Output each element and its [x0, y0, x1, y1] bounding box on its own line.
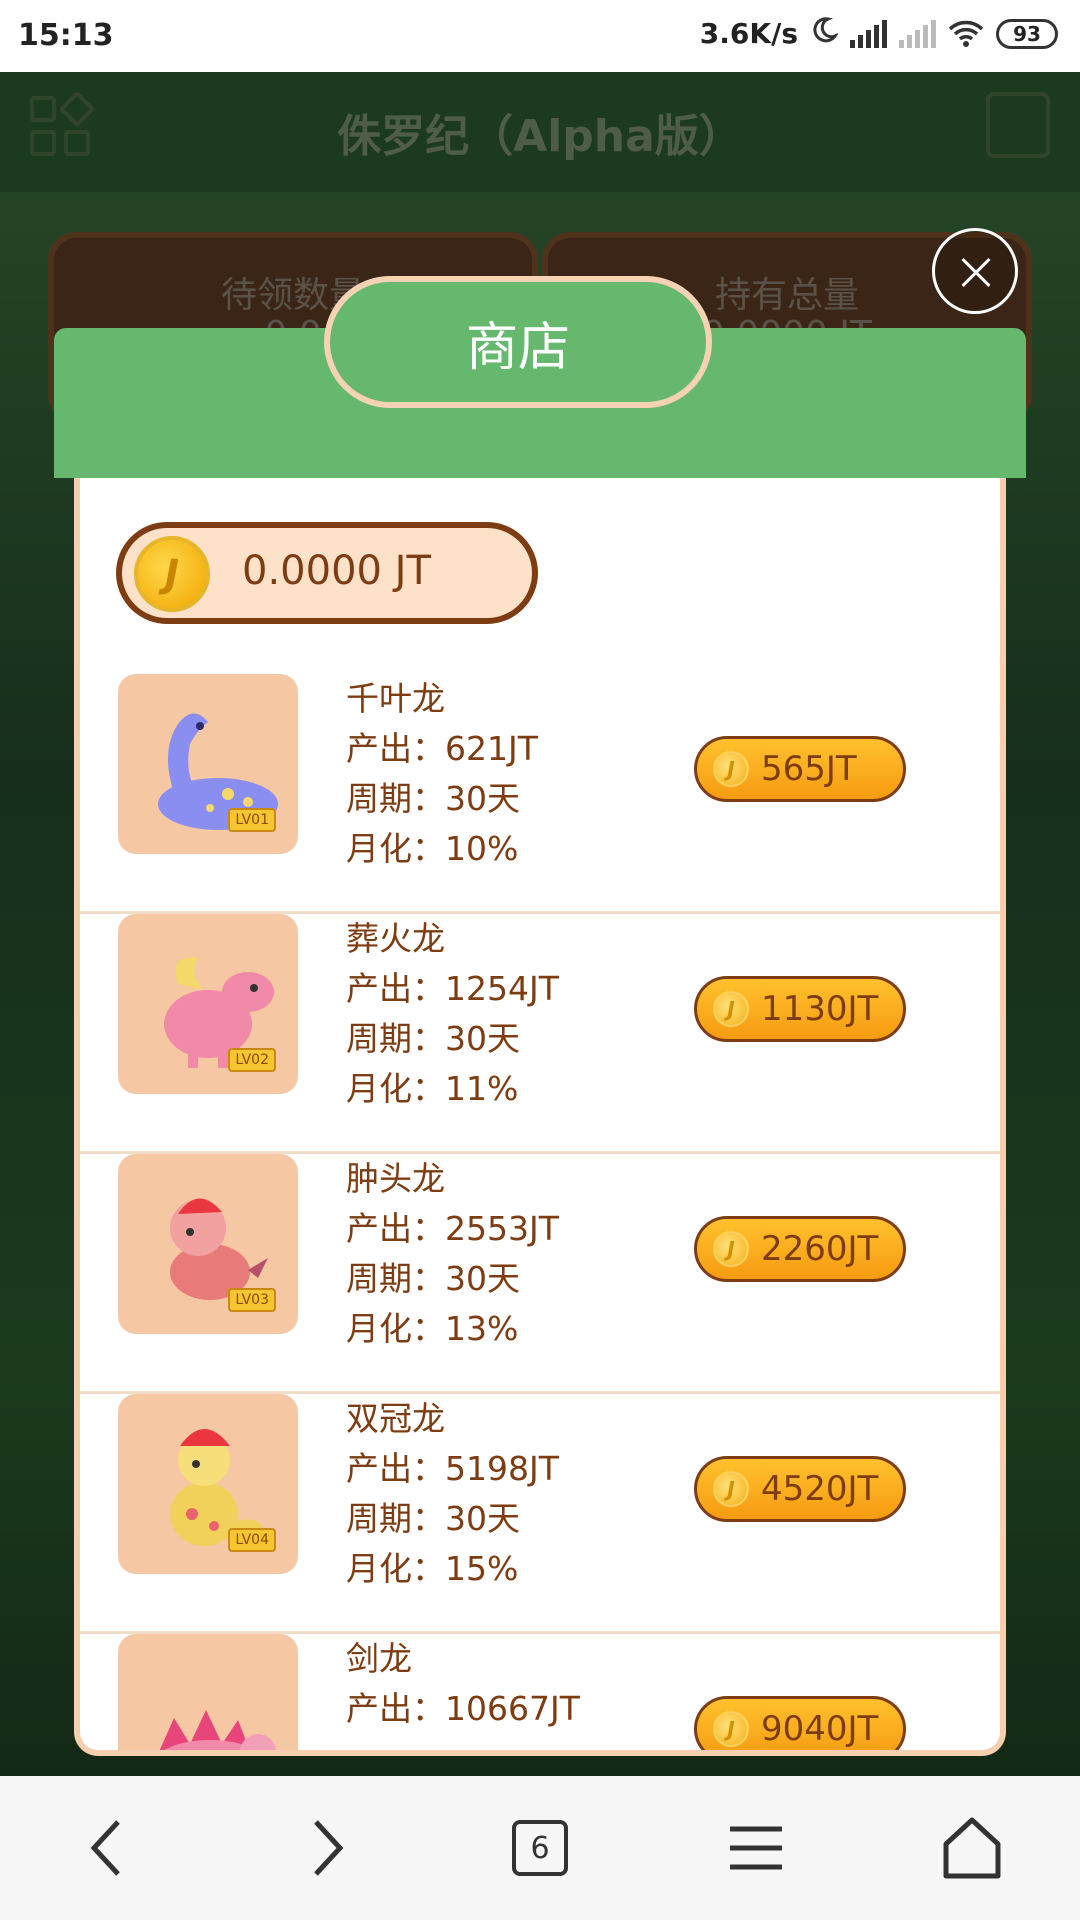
shop-item: 剑龙 产出：10667JT J 9040JT [80, 1634, 1000, 1750]
network-speed: 3.6K/s [699, 17, 798, 50]
item-info: 葬火龙 产出：1254JT 周期：30天 月化：11% [346, 914, 559, 1114]
item-monthly: 月化：10% [346, 829, 519, 868]
menu-button[interactable] [714, 1806, 798, 1890]
item-info: 千叶龙 产出：621JT 周期：30天 月化：10% [346, 674, 538, 874]
signal-off-icon [899, 19, 936, 48]
item-name: 肿头龙 [346, 1159, 445, 1198]
dino-image [118, 1634, 298, 1750]
price-label: 565JT [761, 749, 857, 789]
item-name: 双冠龙 [346, 1399, 445, 1438]
price-label: 2260JT [761, 1229, 879, 1269]
item-info: 双冠龙 产出：5198JT 周期：30天 月化：15% [346, 1394, 559, 1594]
item-period: 周期：30天 [346, 1259, 520, 1298]
price-label: 1130JT [761, 989, 879, 1029]
signal-icon [850, 19, 887, 48]
item-name: 千叶龙 [346, 679, 445, 718]
item-info: 剑龙 产出：10667JT [346, 1634, 580, 1734]
coin-icon: J [134, 536, 210, 612]
wifi-icon [948, 20, 984, 48]
level-badge: LV02 [228, 1048, 276, 1072]
shop-item: LV02 葬火龙 产出：1254JT 周期：30天 月化：11% J 1130J… [80, 914, 1000, 1154]
item-list: LV01 千叶龙 产出：621JT 周期：30天 月化：10% J 565JT [80, 674, 1000, 1750]
item-output: 产出：5198JT [346, 1449, 559, 1488]
dino-image: LV04 [118, 1394, 298, 1574]
item-info: 肿头龙 产出：2553JT 周期：30天 月化：13% [346, 1154, 559, 1354]
shop-title: 商店 [324, 276, 712, 408]
balance-pill: J 0.0000 JT [116, 522, 538, 624]
item-monthly: 月化：13% [346, 1309, 519, 1348]
balance-value: 0.0000 JT [242, 548, 431, 594]
level-badge: LV01 [228, 808, 276, 832]
item-monthly: 月化：11% [346, 1069, 519, 1108]
dino-image: LV03 [118, 1154, 298, 1334]
buy-button[interactable]: J 9040JT [694, 1696, 906, 1750]
status-time: 15:13 [18, 18, 114, 53]
shop-item: LV01 千叶龙 产出：621JT 周期：30天 月化：10% J 565JT [80, 674, 1000, 914]
forward-button[interactable] [286, 1806, 370, 1890]
coin-icon: J [713, 751, 749, 787]
back-button[interactable] [64, 1806, 148, 1890]
chevron-right-icon [314, 1820, 344, 1876]
battery-icon: 93 [996, 18, 1058, 49]
item-name: 葬火龙 [346, 919, 445, 958]
tabs-count: 6 [512, 1820, 568, 1876]
dino-5-icon [159, 1710, 276, 1750]
item-monthly: 月化：15% [346, 1549, 519, 1588]
shop-panel: J 0.0000 JT LV01 千叶龙 产出：621JT 周期：30天 月化：… [74, 478, 1006, 1756]
home-icon [943, 1817, 1001, 1879]
moon-icon [810, 16, 840, 51]
price-label: 4520JT [761, 1469, 879, 1509]
dino-image: LV01 [118, 674, 298, 854]
close-button[interactable] [932, 228, 1018, 314]
item-period: 周期：30天 [346, 1499, 520, 1538]
level-badge: LV04 [228, 1528, 276, 1552]
buy-button[interactable]: J 2260JT [694, 1216, 906, 1282]
price-label: 9040JT [761, 1709, 879, 1749]
coin-icon: J [713, 1231, 749, 1267]
level-badge: LV03 [228, 1288, 276, 1312]
item-output: 产出：2553JT [346, 1209, 559, 1248]
status-right: 3.6K/s 93 [700, 16, 1058, 51]
hamburger-icon [730, 1826, 782, 1870]
buy-button[interactable]: J 4520JT [694, 1456, 906, 1522]
item-output: 产出：10667JT [346, 1689, 580, 1728]
chevron-left-icon [90, 1820, 120, 1876]
coin-icon: J [713, 1471, 749, 1507]
coin-icon: J [713, 991, 749, 1027]
dino-image: LV02 [118, 914, 298, 1094]
item-output: 产出：1254JT [346, 969, 559, 1008]
item-name: 剑龙 [346, 1639, 412, 1678]
tabs-button[interactable]: 6 [498, 1806, 582, 1890]
coin-icon: J [713, 1711, 749, 1747]
home-button[interactable] [930, 1806, 1014, 1890]
item-period: 周期：30天 [346, 779, 520, 818]
browser-nav-bar: 6 [0, 1776, 1080, 1920]
item-period: 周期：30天 [346, 1019, 520, 1058]
shop-item: LV04 双冠龙 产出：5198JT 周期：30天 月化：15% J 4520J… [80, 1394, 1000, 1634]
buy-button[interactable]: J 1130JT [694, 976, 906, 1042]
item-output: 产出：621JT [346, 729, 538, 768]
shop-item: LV03 肿头龙 产出：2553JT 周期：30天 月化：13% J 2260J… [80, 1154, 1000, 1394]
status-bar: 15:13 3.6K/s 93 [0, 0, 1080, 72]
buy-button[interactable]: J 565JT [694, 736, 906, 802]
